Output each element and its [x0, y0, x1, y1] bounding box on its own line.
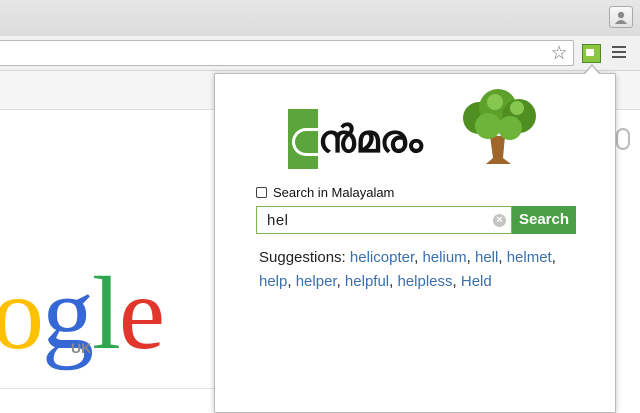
suggestion-link[interactable]: helicopter [350, 249, 414, 266]
suggestion-link[interactable]: help [259, 273, 287, 290]
brand-name: ൻമരം [318, 117, 423, 161]
search-input-value: hel [267, 212, 289, 229]
logo-letter: e [118, 256, 165, 371]
suggestion-link[interactable]: helpful [345, 273, 389, 290]
suggestion-link[interactable]: helmet [507, 249, 552, 266]
extension-popup: ൻമരം Search in Malayalam hel × Search Su… [214, 73, 616, 413]
profile-button[interactable] [609, 6, 633, 28]
address-bar[interactable]: ☆ [0, 40, 574, 66]
menu-icon[interactable] [612, 46, 626, 60]
malayalam-checkbox[interactable] [256, 187, 267, 198]
page-divider [0, 388, 214, 389]
search-input[interactable]: hel × [256, 206, 512, 234]
suggestion-link[interactable]: Held [461, 273, 492, 290]
suggestions-list: Suggestions: helicopter, helium, hell, h… [259, 249, 556, 290]
bookmark-star-icon[interactable]: ☆ [548, 42, 570, 64]
malayalam-toggle[interactable]: Search in Malayalam [256, 185, 394, 200]
suggestion-link[interactable]: helpless [397, 273, 452, 290]
suggestion-link[interactable]: helper [296, 273, 337, 290]
person-icon [615, 11, 627, 24]
suggestion-link[interactable]: helium [422, 249, 466, 266]
logo-letter: o [0, 256, 44, 371]
microphone-icon[interactable] [616, 128, 630, 150]
region-label: UK [71, 340, 92, 356]
clear-icon[interactable]: × [493, 214, 506, 227]
browser-toolbar: ☆ [0, 36, 640, 71]
tree-icon [463, 89, 536, 164]
suggestions-label: Suggestions: [259, 249, 346, 266]
brand-logo: ൻമരം [288, 88, 553, 178]
logo-letter: l [92, 256, 121, 371]
book-icon [288, 109, 318, 169]
extension-icon[interactable] [582, 44, 601, 63]
title-bar [0, 0, 640, 36]
search-button[interactable]: Search [512, 206, 576, 234]
popup-arrow-fill [585, 66, 599, 74]
suggestion-link[interactable]: hell [475, 249, 498, 266]
checkbox-label: Search in Malayalam [273, 185, 395, 200]
